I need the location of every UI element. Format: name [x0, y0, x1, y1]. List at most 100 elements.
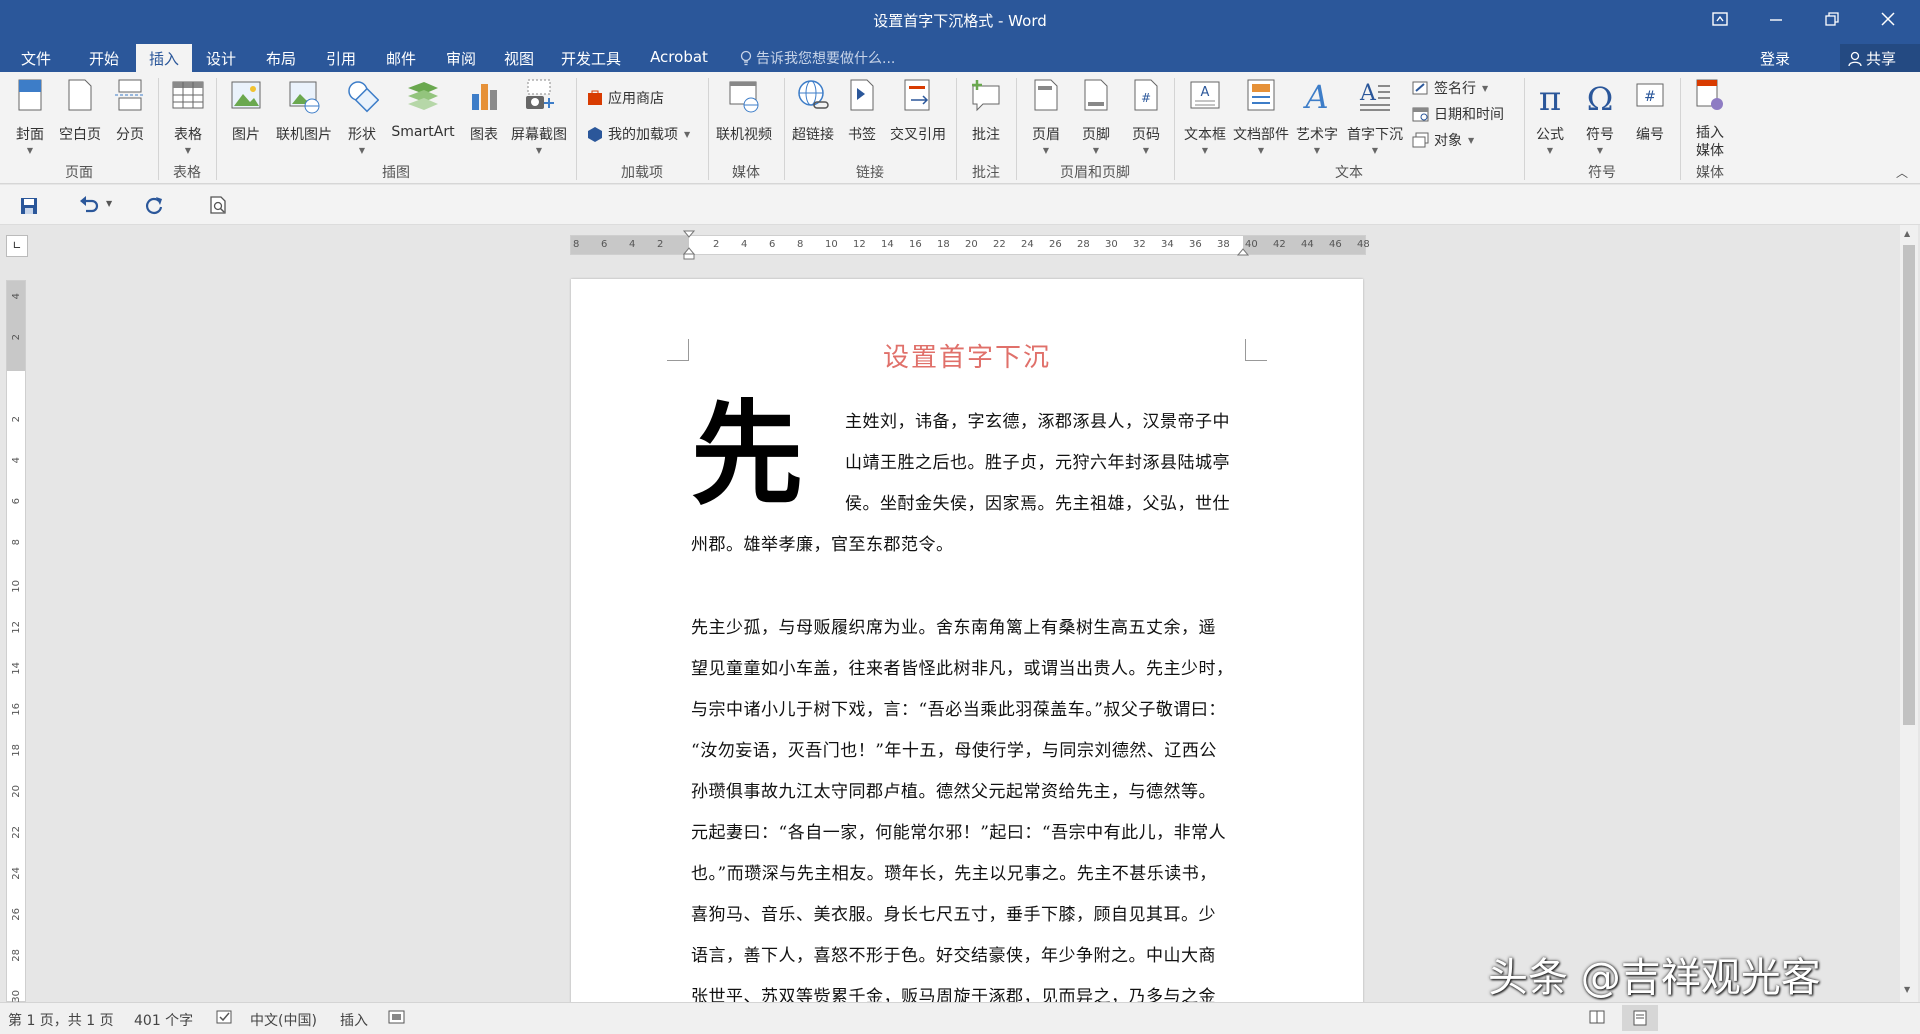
- symbol-button[interactable]: Ω 符号 ▼: [1580, 78, 1620, 155]
- paragraph-line[interactable]: 先主少孤，与母贩履织席为业。舍东南角篱上有桑树生高五丈余，遥: [691, 613, 1216, 638]
- restore-button[interactable]: [1804, 0, 1860, 38]
- scroll-up-icon[interactable]: ▲: [1904, 229, 1910, 238]
- equation-button[interactable]: π 公式 ▼: [1530, 78, 1570, 155]
- drop-cap-button[interactable]: A 首字下沉 ▼: [1342, 78, 1408, 155]
- paragraph-line[interactable]: 山靖王胜之后也。胜子贞，元狩六年封涿县陆城亭: [845, 448, 1230, 473]
- object-button[interactable]: 对象 ▼: [1412, 130, 1474, 150]
- redo-icon[interactable]: [144, 195, 164, 219]
- paragraph-line[interactable]: 主姓刘，讳备，字玄德，涿郡涿县人，汉景帝子中: [845, 407, 1230, 432]
- minimize-button[interactable]: [1748, 0, 1804, 38]
- tab-developer[interactable]: 开发工具: [556, 44, 626, 72]
- tell-me-search[interactable]: 告诉我您想要做什么...: [740, 48, 895, 68]
- date-time-button[interactable]: 日期和时间: [1412, 104, 1504, 124]
- word-count-status[interactable]: 401 个字: [134, 1010, 193, 1030]
- tab-acrobat[interactable]: Acrobat: [644, 44, 714, 72]
- signature-line-button[interactable]: 签名行 ▼: [1412, 78, 1488, 98]
- paragraph-line[interactable]: 喜狗马、音乐、美衣服。身长七尺五寸，垂手下膝，顾自见其耳。少: [691, 900, 1216, 925]
- drop-cap-letter[interactable]: 先: [691, 399, 803, 511]
- collapse-ribbon-icon[interactable]: ︿: [1896, 164, 1908, 181]
- text-box-icon: A: [1188, 78, 1222, 120]
- ribbon-display-icon[interactable]: [1692, 0, 1748, 38]
- paragraph-line[interactable]: 也。”而瓒深与先主相友。瓒年长，先主以兄事之。先主不甚乐读书，: [691, 859, 1217, 884]
- indent-marker-icon[interactable]: [682, 230, 696, 263]
- paragraph-line[interactable]: 语言，善下人，喜怒不形于色。好交结豪侠，年少争附之。中山大商: [691, 941, 1216, 966]
- page-break-button[interactable]: 分页: [110, 78, 150, 144]
- tab-references[interactable]: 引用: [316, 44, 366, 72]
- page-number-button[interactable]: # 页码 ▼: [1126, 78, 1166, 155]
- svg-text:Ω: Ω: [1587, 80, 1614, 118]
- calendar-icon: [1412, 106, 1430, 122]
- number-button[interactable]: # 编号: [1630, 78, 1670, 144]
- tab-insert[interactable]: 插入: [136, 44, 192, 72]
- insert-mode-status[interactable]: 插入: [340, 1010, 368, 1030]
- save-icon[interactable]: [20, 197, 38, 219]
- document-title[interactable]: 设置首字下沉: [571, 337, 1363, 374]
- ruler-tick-label: 16: [11, 703, 22, 716]
- cover-page-button[interactable]: 封面 ▼: [10, 78, 50, 155]
- vertical-scrollbar[interactable]: ▲ ▼: [1900, 225, 1918, 1002]
- smartart-button[interactable]: SmartArt: [388, 78, 458, 140]
- paragraph-line[interactable]: 侯。坐酎金失侯，因家焉。先主祖雄，父弘，世仕: [845, 489, 1230, 514]
- language-status[interactable]: 中文(中国): [250, 1010, 317, 1030]
- footer-button[interactable]: 页脚 ▼: [1076, 78, 1116, 155]
- header-button[interactable]: 页眉 ▼: [1026, 78, 1066, 155]
- sign-in-link[interactable]: 登录: [1760, 48, 1790, 69]
- table-icon: [171, 78, 205, 120]
- tab-home[interactable]: 开始: [78, 44, 130, 72]
- addins-icon: [586, 126, 604, 142]
- chart-button[interactable]: 图表: [464, 78, 504, 144]
- tab-design[interactable]: 设计: [196, 44, 246, 72]
- quick-parts-button[interactable]: 文档部件 ▼: [1230, 78, 1292, 155]
- macro-record-icon[interactable]: [388, 1009, 406, 1029]
- print-layout-icon[interactable]: [1622, 1005, 1658, 1031]
- proofing-icon[interactable]: [216, 1009, 234, 1029]
- paragraph-line[interactable]: 张世平、苏双等赀累千金，贩马周旋于涿郡，见而异之，乃多与之金: [691, 982, 1216, 1002]
- tab-selector[interactable]: ∟: [6, 235, 28, 257]
- ruler-tick-label: 2: [11, 416, 22, 423]
- text-box-button[interactable]: A 文本框 ▼: [1180, 78, 1230, 155]
- close-button[interactable]: [1860, 0, 1916, 38]
- read-mode-icon[interactable]: [1588, 1008, 1606, 1030]
- ribbon-tab-bar: 文件 开始 插入 设计 布局 引用 邮件 审阅 视图 开发工具 Acrobat …: [0, 38, 1920, 72]
- paragraph-line[interactable]: 与宗中诸小儿于树下戏，言：“吾必当乘此羽葆盖车。”叔父子敬谓曰：: [691, 695, 1226, 720]
- paragraph-line[interactable]: 州郡。雄举孝廉，官至东郡范令。: [691, 530, 954, 555]
- tab-mailings[interactable]: 邮件: [376, 44, 426, 72]
- screenshot-button[interactable]: 屏幕截图 ▼: [508, 78, 570, 155]
- scroll-down-icon[interactable]: ▼: [1904, 985, 1910, 994]
- paragraph-line[interactable]: 孙瓒俱事故九江太守同郡卢植。德然父元起常资给先主，与德然等。: [691, 777, 1216, 802]
- table-button[interactable]: 表格 ▼: [168, 78, 208, 155]
- online-video-button[interactable]: 联机视频: [712, 78, 776, 144]
- page-count-status[interactable]: 第 1 页，共 1 页: [8, 1010, 114, 1030]
- insert-media-button[interactable]: 插入 媒体: [1690, 78, 1730, 160]
- vertical-ruler[interactable]: 4 2 2 4 6 8 10 12 14 16 18 20 22 24 26 28 30: [6, 280, 26, 1002]
- horizontal-ruler[interactable]: 8 6 4 2 2 4 6 8 10 12 14 16 18 20 22 24 26 28 30 32 34 36 38 40…: [570, 230, 1370, 260]
- undo-dropdown-icon[interactable]: ▼: [106, 199, 112, 208]
- tab-review[interactable]: 审阅: [436, 44, 486, 72]
- share-button[interactable]: 共享: [1840, 44, 1920, 72]
- tab-view[interactable]: 视图: [494, 44, 544, 72]
- blank-page-button[interactable]: 空白页: [56, 78, 104, 144]
- new-comment-button[interactable]: 批注: [964, 78, 1008, 144]
- ruler-tick-label: 34: [1161, 239, 1174, 250]
- my-addins-button[interactable]: 我的加载项 ▼: [586, 124, 690, 144]
- cross-reference-button[interactable]: 交叉引用: [886, 78, 950, 144]
- paragraph-line[interactable]: 元起妻曰：“各自一家，何能常尔邪！”起曰：“吾宗中有此儿，非常人: [691, 818, 1226, 843]
- online-picture-button[interactable]: 联机图片: [272, 78, 336, 144]
- document-page[interactable]: 设置首字下沉 先 主姓刘，讳备，字玄德，涿郡涿县人，汉景帝子中 山靖王胜之后也。…: [571, 279, 1363, 1002]
- shapes-button[interactable]: 形状 ▼: [342, 78, 382, 155]
- undo-icon[interactable]: [78, 195, 100, 219]
- bookmark-button[interactable]: 书签: [842, 78, 882, 144]
- scrollbar-thumb[interactable]: [1903, 245, 1915, 725]
- tab-file[interactable]: 文件: [8, 44, 64, 72]
- paragraph-line[interactable]: “汝勿妄语，灭吾门也！”年十五，母使行学，与同宗刘德然、辽西公: [691, 736, 1217, 761]
- paragraph-line[interactable]: 望见童童如小车盖，往来者皆怪此树非凡，或谓当出贵人。先主少时，: [691, 654, 1234, 679]
- ruler-tick-label: 26: [11, 908, 22, 921]
- hyperlink-button[interactable]: 超链接: [788, 78, 838, 144]
- ruler-tick-label: 6: [769, 239, 776, 250]
- right-indent-marker-icon[interactable]: [1236, 248, 1250, 259]
- wordart-button[interactable]: A 艺术字 ▼: [1294, 78, 1340, 155]
- store-button[interactable]: 应用商店: [586, 88, 664, 108]
- print-preview-icon[interactable]: [208, 195, 228, 219]
- tab-layout[interactable]: 布局: [256, 44, 306, 72]
- picture-button[interactable]: 图片: [226, 78, 266, 144]
